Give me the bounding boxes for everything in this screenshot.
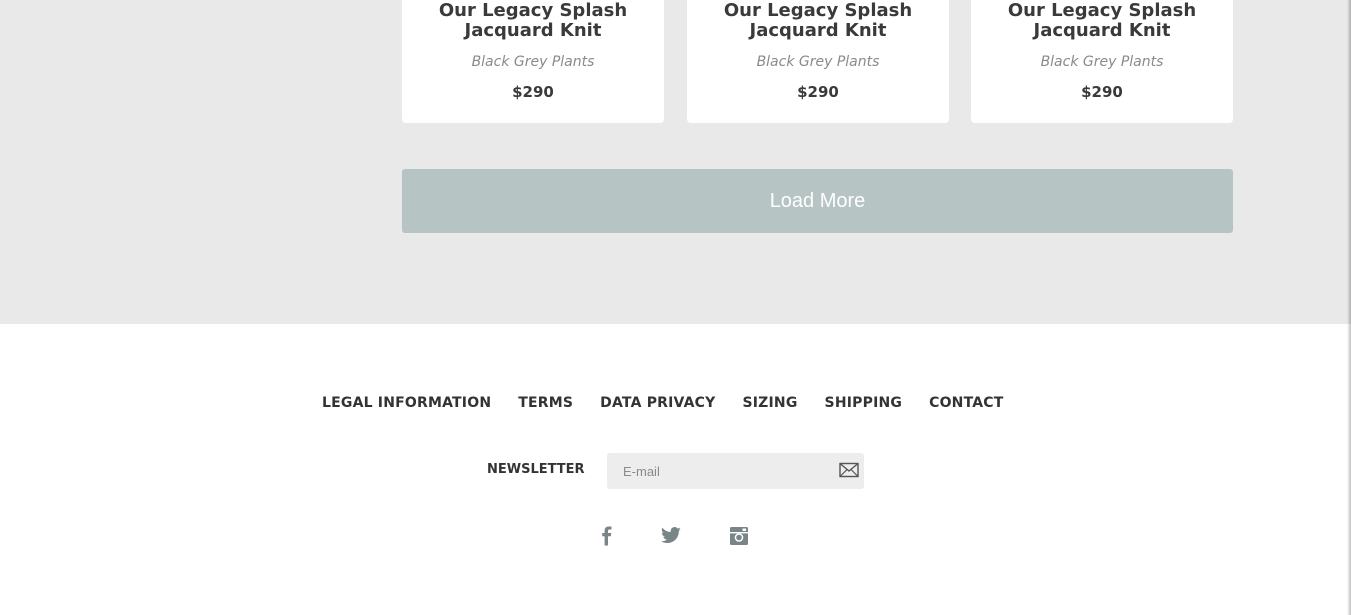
product-variant: Black Grey Plants xyxy=(1040,54,1164,70)
product-card[interactable]: Our Legacy Splash Jacquard Knit Black Gr… xyxy=(402,0,664,123)
facebook-icon xyxy=(602,526,612,546)
product-price: $290 xyxy=(1081,83,1123,101)
footer-link-data-privacy[interactable]: DATA PRIVACY xyxy=(600,393,715,413)
product-card[interactable]: Our Legacy Splash Jacquard Knit Black Gr… xyxy=(687,0,949,123)
footer-nav: LEGAL INFORMATION TERMS DATA PRIVACY SIZ… xyxy=(322,393,1004,413)
footer-link-terms[interactable]: TERMS xyxy=(518,393,573,413)
footer-link-contact[interactable]: CONTACT xyxy=(929,393,1003,413)
email-field[interactable] xyxy=(607,453,832,489)
product-variant: Black Grey Plants xyxy=(756,54,880,70)
product-grid-section: Our Legacy Splash Jacquard Knit Black Gr… xyxy=(0,0,1351,324)
window-edge-shadow xyxy=(1347,0,1351,615)
twitter-icon xyxy=(661,527,681,544)
load-more-button[interactable]: Load More xyxy=(402,169,1233,233)
twitter-link[interactable] xyxy=(659,524,683,548)
facebook-link[interactable] xyxy=(595,524,619,548)
newsletter-form xyxy=(607,453,864,489)
product-variant: Black Grey Plants xyxy=(471,54,595,70)
product-title[interactable]: Our Legacy Splash Jacquard Knit xyxy=(402,1,664,41)
envelope-icon xyxy=(839,462,859,477)
footer-link-sizing[interactable]: SIZING xyxy=(742,393,797,413)
product-price: $290 xyxy=(797,83,839,101)
footer-link-legal-information[interactable]: LEGAL INFORMATION xyxy=(322,393,491,413)
product-title[interactable]: Our Legacy Splash Jacquard Knit xyxy=(971,1,1233,41)
footer-link-shipping[interactable]: SHIPPING xyxy=(825,393,903,413)
newsletter-label: NEWSLETTER xyxy=(487,462,585,477)
product-card[interactable]: Our Legacy Splash Jacquard Knit Black Gr… xyxy=(971,0,1233,123)
newsletter-submit-button[interactable] xyxy=(838,461,860,481)
product-title[interactable]: Our Legacy Splash Jacquard Knit xyxy=(687,1,949,41)
instagram-icon xyxy=(730,527,748,545)
instagram-link[interactable] xyxy=(727,524,751,548)
product-price: $290 xyxy=(512,83,554,101)
